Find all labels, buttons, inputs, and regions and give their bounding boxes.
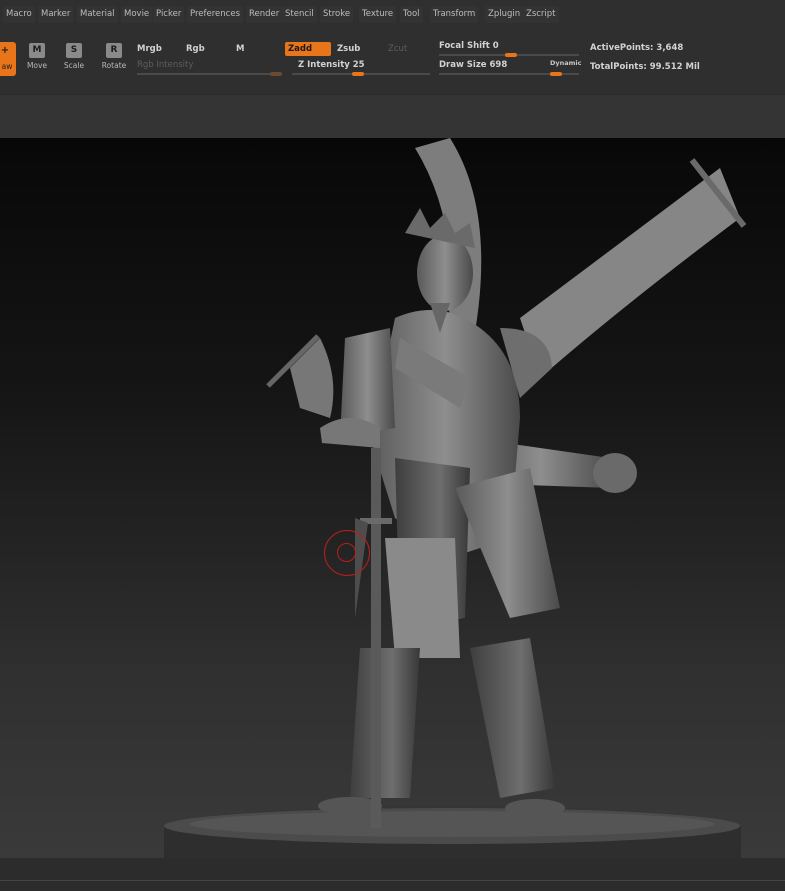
menu-picker[interactable]: Picker bbox=[153, 6, 185, 23]
menu-stroke[interactable]: Stroke bbox=[320, 6, 354, 23]
menu-bar: Macro Marker Material Movie Picker Prefe… bbox=[0, 0, 785, 29]
total-points-readout: TotalPoints: 99.512 Mil bbox=[590, 62, 700, 72]
zsub-button[interactable]: Zsub bbox=[337, 44, 360, 54]
menu-preferences[interactable]: Preferences bbox=[187, 6, 243, 23]
menu-render[interactable]: Render bbox=[246, 6, 283, 23]
draw-size-label: Draw Size 698 bbox=[439, 60, 508, 70]
z-intensity-label: Z Intensity 25 bbox=[298, 60, 365, 70]
brush-cursor bbox=[324, 530, 370, 576]
menu-zplugin[interactable]: Zplugin bbox=[485, 6, 524, 23]
rotate-icon: R bbox=[106, 43, 122, 58]
toolbar: + aw M Move S Scale R Rotate Mrgb Rgb M … bbox=[0, 28, 785, 94]
menu-movie[interactable]: Movie bbox=[121, 6, 153, 23]
menu-macro[interactable]: Macro bbox=[3, 6, 35, 23]
rotate-label: Rotate bbox=[101, 61, 127, 70]
move-button[interactable]: M Move bbox=[22, 43, 52, 75]
scale-icon: S bbox=[66, 43, 82, 58]
z-intensity-knob[interactable] bbox=[352, 72, 364, 76]
canvas-viewport[interactable] bbox=[0, 138, 785, 858]
brush-cursor-inner bbox=[337, 543, 356, 562]
scale-label: Scale bbox=[63, 61, 85, 70]
zadd-button[interactable]: Zadd bbox=[285, 42, 331, 56]
draw-icon: + bbox=[0, 45, 10, 56]
focal-shift-label: Focal Shift 0 bbox=[439, 41, 499, 51]
bottom-divider bbox=[0, 880, 785, 881]
move-label: Move bbox=[26, 61, 48, 70]
rgb-intensity-slider[interactable] bbox=[137, 73, 282, 75]
shelf-bar bbox=[0, 94, 785, 139]
menu-tool[interactable]: Tool bbox=[400, 6, 423, 23]
menu-transform[interactable]: Transform bbox=[430, 6, 479, 23]
m-button[interactable]: M bbox=[236, 44, 244, 54]
draw-button[interactable]: + aw bbox=[0, 42, 16, 76]
active-points-readout: ActivePoints: 3,648 bbox=[590, 43, 684, 53]
menu-marker[interactable]: Marker bbox=[38, 6, 74, 23]
zcut-button[interactable]: Zcut bbox=[388, 44, 407, 54]
scale-button[interactable]: S Scale bbox=[59, 43, 89, 75]
rgb-intensity-knob[interactable] bbox=[270, 72, 282, 76]
menu-texture[interactable]: Texture bbox=[359, 6, 397, 23]
menu-material[interactable]: Material bbox=[77, 6, 118, 23]
rotate-button[interactable]: R Rotate bbox=[99, 43, 129, 75]
bottom-bar bbox=[0, 858, 785, 891]
draw-label: aw bbox=[1, 62, 13, 71]
move-icon: M bbox=[29, 43, 45, 58]
menu-stencil[interactable]: Stencil bbox=[282, 6, 317, 23]
menu-zscript[interactable]: Zscript bbox=[523, 6, 559, 23]
rgb-intensity-label: Rgb Intensity bbox=[137, 60, 194, 70]
sculpt-model bbox=[164, 138, 747, 858]
rgb-button[interactable]: Rgb bbox=[186, 44, 205, 54]
draw-size-knob[interactable] bbox=[550, 72, 562, 76]
mrgb-button[interactable]: Mrgb bbox=[137, 44, 162, 54]
focal-shift-knob[interactable] bbox=[505, 53, 517, 57]
dynamic-toggle[interactable]: Dynamic bbox=[550, 59, 582, 67]
